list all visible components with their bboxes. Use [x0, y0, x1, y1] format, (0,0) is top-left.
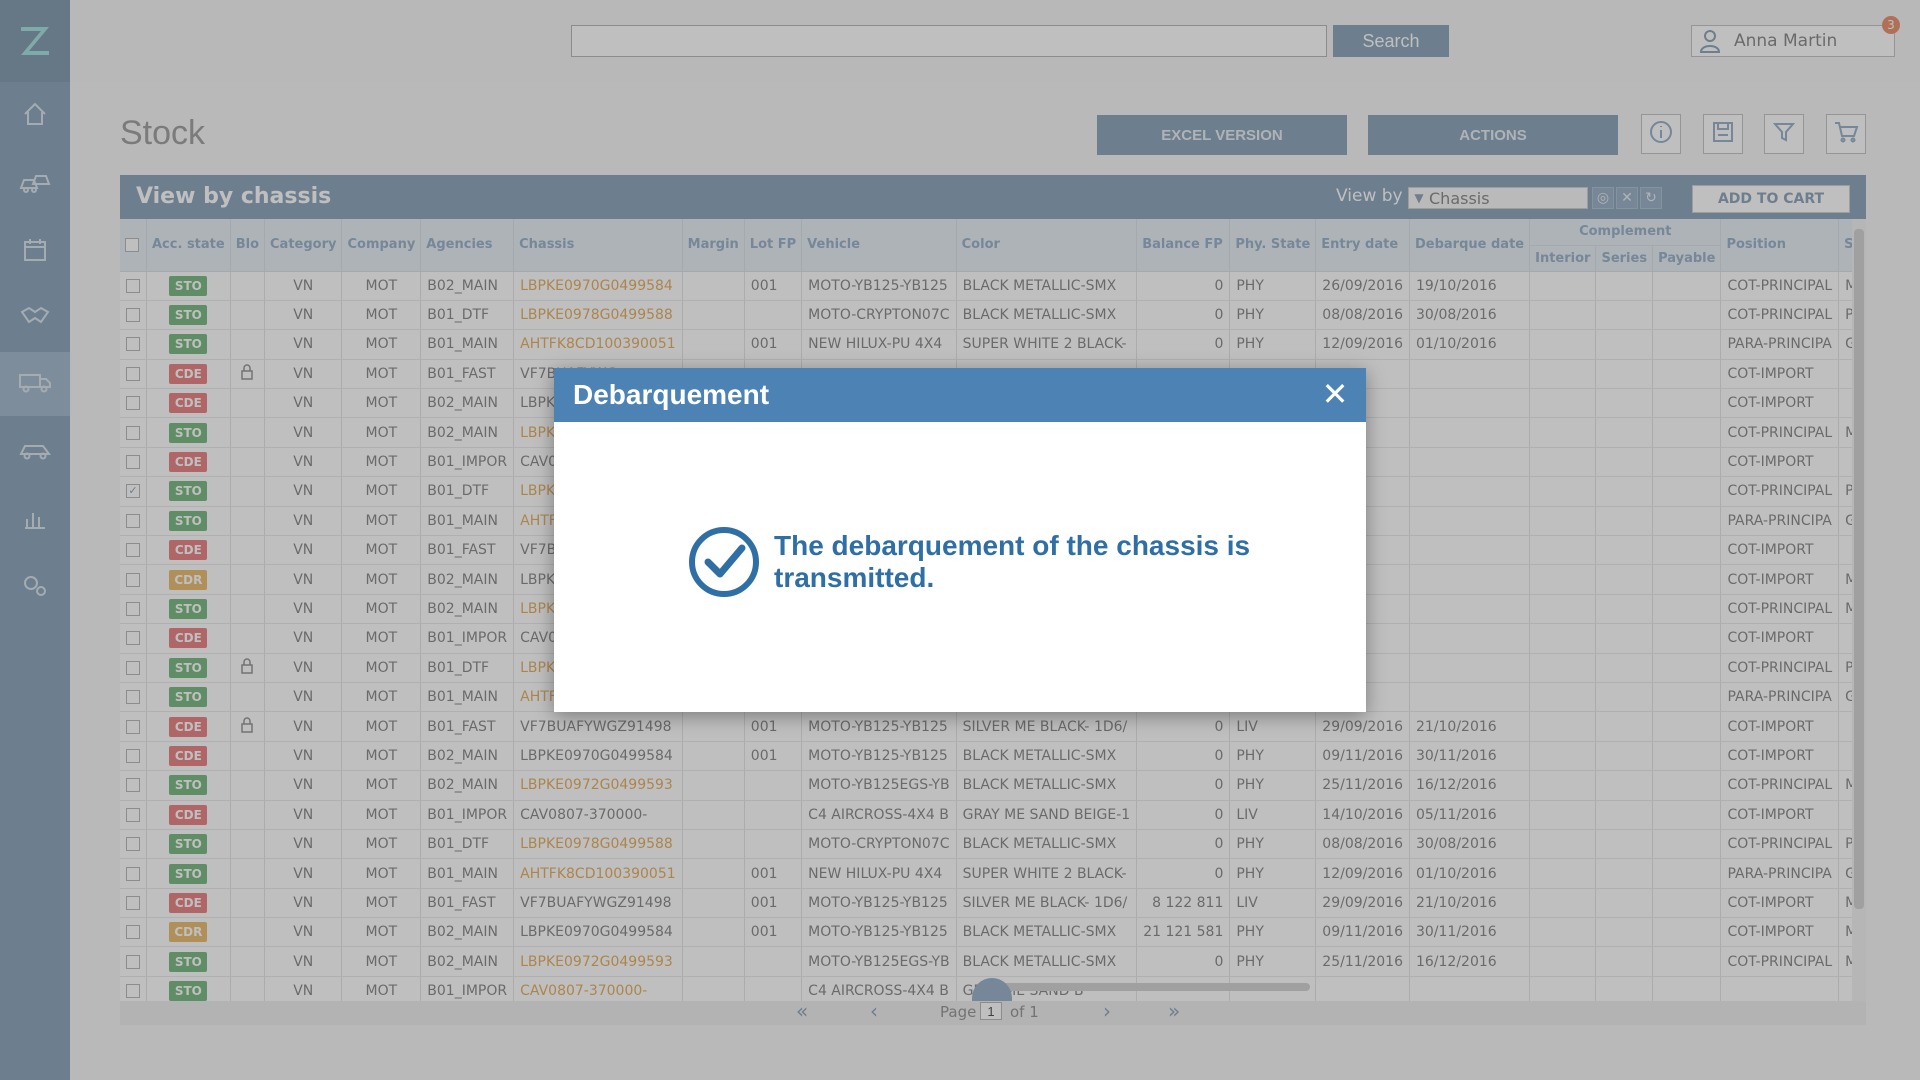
close-icon[interactable]: ✕: [1320, 378, 1350, 410]
debarquement-dialog: Debarquement ✕ The debarquement of the c…: [554, 368, 1366, 712]
dialog-title: Debarquement: [573, 379, 770, 410]
dialog-header: Debarquement ✕: [554, 368, 1366, 422]
dialog-message: The debarquement of the chassis is trans…: [774, 530, 1251, 593]
check-circle-icon: [688, 526, 760, 602]
